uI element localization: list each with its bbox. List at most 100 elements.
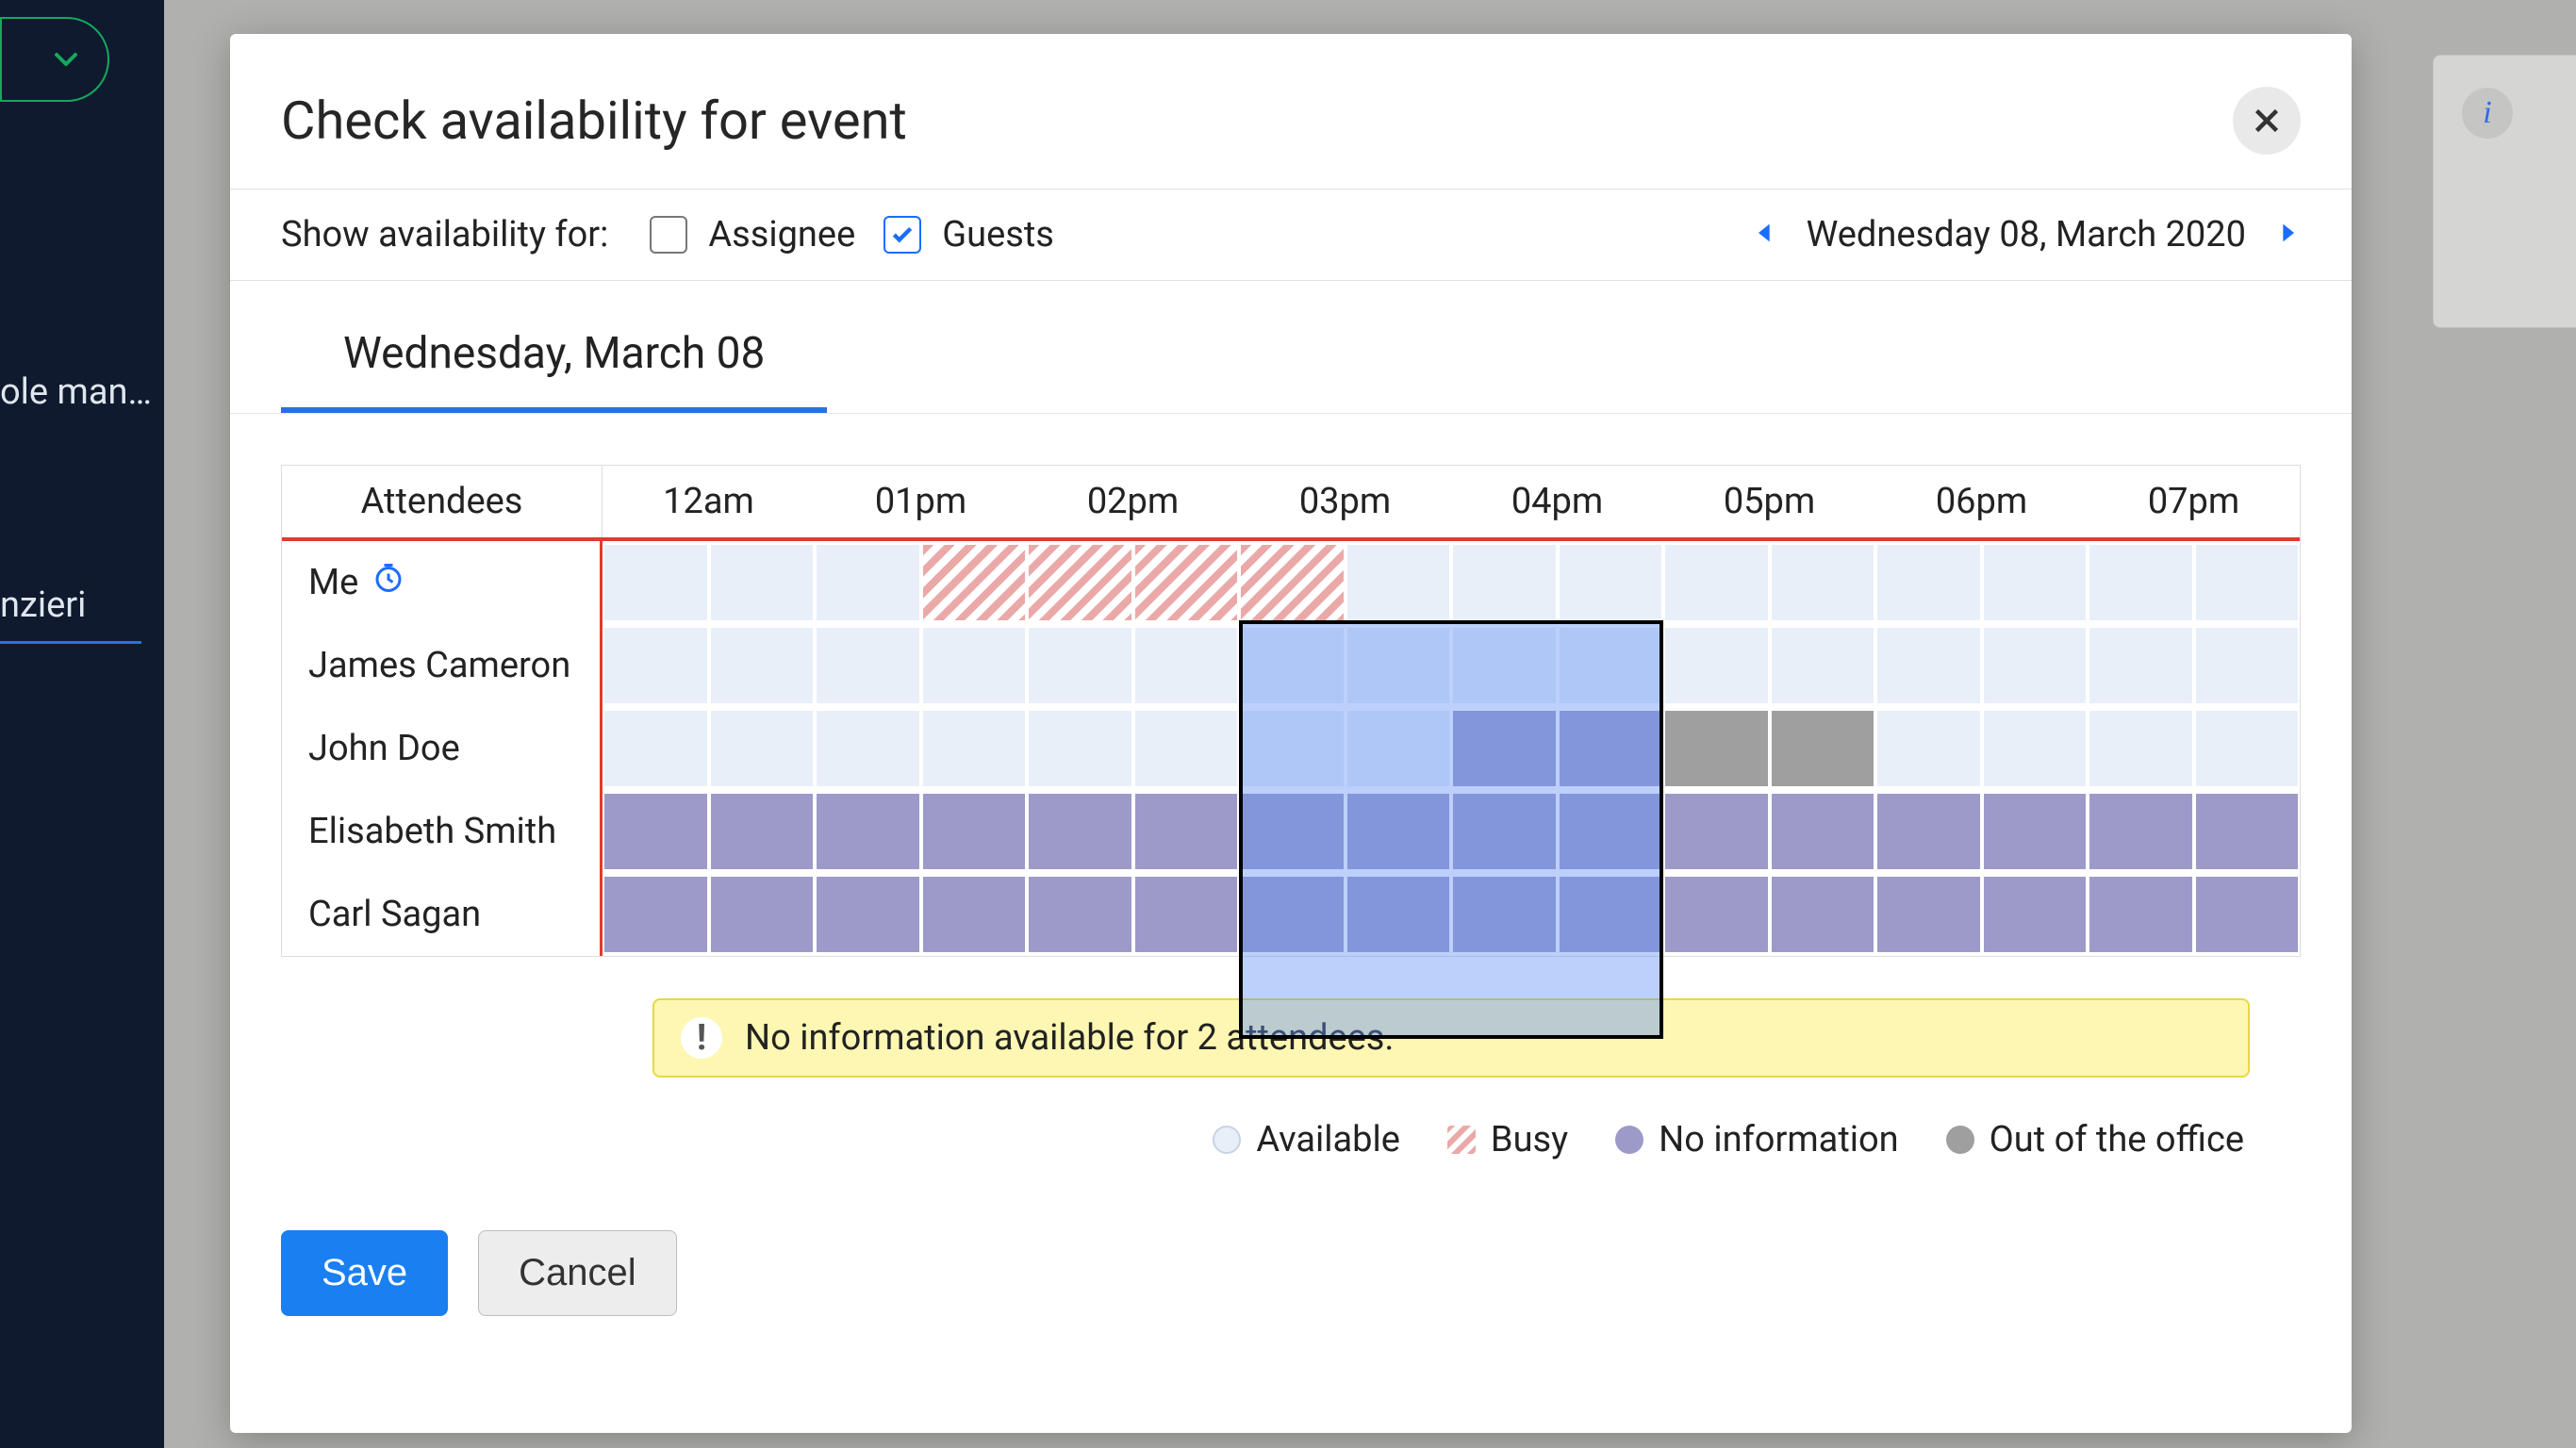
attendee-cells[interactable] bbox=[603, 707, 2300, 790]
halfhour-cell[interactable] bbox=[1558, 875, 1664, 954]
halfhour-cell[interactable] bbox=[1133, 792, 1240, 871]
halfhour-cell[interactable] bbox=[1770, 626, 1876, 705]
halfhour-cell[interactable] bbox=[1239, 875, 1346, 954]
halfhour-cell[interactable] bbox=[1663, 626, 1770, 705]
halfhour-cell[interactable] bbox=[2194, 543, 2301, 622]
halfhour-cell[interactable] bbox=[1663, 543, 1770, 622]
halfhour-cell[interactable] bbox=[1027, 875, 1133, 954]
halfhour-cell[interactable] bbox=[1558, 626, 1664, 705]
save-button[interactable]: Save bbox=[281, 1230, 448, 1316]
halfhour-cell[interactable] bbox=[2088, 709, 2194, 788]
halfhour-cell[interactable] bbox=[603, 626, 709, 705]
halfhour-cell[interactable] bbox=[1663, 875, 1770, 954]
halfhour-cell[interactable] bbox=[1663, 792, 1770, 871]
halfhour-cell[interactable] bbox=[1875, 543, 1982, 622]
sidebar-item-1[interactable]: ole man… bbox=[0, 371, 159, 413]
halfhour-cell[interactable] bbox=[2088, 626, 2194, 705]
halfhour-cell[interactable] bbox=[1451, 626, 1558, 705]
halfhour-cell[interactable] bbox=[709, 792, 816, 871]
attendee-cells[interactable] bbox=[603, 541, 2300, 624]
time-col: 06pm bbox=[1875, 466, 2088, 537]
halfhour-cell[interactable] bbox=[1982, 875, 2089, 954]
halfhour-cell[interactable] bbox=[1239, 792, 1346, 871]
halfhour-cell[interactable] bbox=[1875, 709, 1982, 788]
modal-title: Check availability for event bbox=[281, 90, 907, 152]
halfhour-cell[interactable] bbox=[603, 543, 709, 622]
halfhour-cell[interactable] bbox=[815, 875, 921, 954]
close-button[interactable] bbox=[2233, 87, 2301, 155]
halfhour-cell[interactable] bbox=[2088, 792, 2194, 871]
date-tab[interactable]: Wednesday, March 08 bbox=[281, 328, 827, 413]
halfhour-cell[interactable] bbox=[1875, 875, 1982, 954]
halfhour-cell[interactable] bbox=[2194, 626, 2301, 705]
halfhour-cell[interactable] bbox=[815, 792, 921, 871]
sidebar-item-2[interactable]: nzieri bbox=[0, 584, 93, 626]
halfhour-cell[interactable] bbox=[815, 709, 921, 788]
halfhour-cell[interactable] bbox=[603, 709, 709, 788]
attendee-cells[interactable] bbox=[603, 624, 2300, 707]
halfhour-cell[interactable] bbox=[1239, 626, 1346, 705]
halfhour-cell[interactable] bbox=[1875, 626, 1982, 705]
halfhour-cell[interactable] bbox=[921, 626, 1028, 705]
halfhour-cell[interactable] bbox=[1982, 626, 2089, 705]
halfhour-cell[interactable] bbox=[1558, 709, 1664, 788]
halfhour-cell[interactable] bbox=[1133, 709, 1240, 788]
attendee-cells[interactable] bbox=[603, 790, 2300, 873]
halfhour-cell[interactable] bbox=[2194, 875, 2301, 954]
halfhour-cell[interactable] bbox=[921, 875, 1028, 954]
halfhour-cell[interactable] bbox=[1982, 709, 2089, 788]
halfhour-cell[interactable] bbox=[1346, 626, 1452, 705]
legend-out: Out of the office bbox=[1946, 1119, 2244, 1160]
halfhour-cell[interactable] bbox=[1558, 792, 1664, 871]
halfhour-cell[interactable] bbox=[921, 792, 1028, 871]
halfhour-cell[interactable] bbox=[1982, 792, 2089, 871]
halfhour-cell[interactable] bbox=[921, 543, 1028, 622]
halfhour-cell[interactable] bbox=[1239, 543, 1346, 622]
working-hours-icon[interactable] bbox=[372, 561, 405, 604]
halfhour-cell[interactable] bbox=[1133, 626, 1240, 705]
halfhour-cell[interactable] bbox=[709, 709, 816, 788]
halfhour-cell[interactable] bbox=[1346, 875, 1452, 954]
halfhour-cell[interactable] bbox=[709, 543, 816, 622]
cancel-button[interactable]: Cancel bbox=[478, 1230, 677, 1316]
halfhour-cell[interactable] bbox=[1770, 543, 1876, 622]
halfhour-cell[interactable] bbox=[1451, 875, 1558, 954]
halfhour-cell[interactable] bbox=[1027, 792, 1133, 871]
halfhour-cell[interactable] bbox=[815, 626, 921, 705]
halfhour-cell[interactable] bbox=[1346, 792, 1452, 871]
halfhour-cell[interactable] bbox=[1027, 709, 1133, 788]
halfhour-cell[interactable] bbox=[603, 792, 709, 871]
halfhour-cell[interactable] bbox=[1027, 543, 1133, 622]
halfhour-cell[interactable] bbox=[1451, 792, 1558, 871]
halfhour-cell[interactable] bbox=[1133, 543, 1240, 622]
halfhour-cell[interactable] bbox=[1346, 543, 1452, 622]
halfhour-cell[interactable] bbox=[2194, 709, 2301, 788]
halfhour-cell[interactable] bbox=[1770, 709, 1876, 788]
halfhour-cell[interactable] bbox=[1663, 709, 1770, 788]
sidebar-dropdown-button[interactable] bbox=[0, 17, 109, 102]
halfhour-cell[interactable] bbox=[815, 543, 921, 622]
halfhour-cell[interactable] bbox=[1451, 543, 1558, 622]
halfhour-cell[interactable] bbox=[603, 875, 709, 954]
halfhour-cell[interactable] bbox=[1770, 792, 1876, 871]
halfhour-cell[interactable] bbox=[1133, 875, 1240, 954]
halfhour-cell[interactable] bbox=[1770, 875, 1876, 954]
guests-checkbox[interactable] bbox=[883, 216, 921, 254]
assignee-checkbox[interactable] bbox=[650, 216, 687, 254]
halfhour-cell[interactable] bbox=[1346, 709, 1452, 788]
halfhour-cell[interactable] bbox=[1239, 709, 1346, 788]
halfhour-cell[interactable] bbox=[921, 709, 1028, 788]
attendee-cells[interactable] bbox=[603, 873, 2300, 956]
halfhour-cell[interactable] bbox=[1451, 709, 1558, 788]
halfhour-cell[interactable] bbox=[2194, 792, 2301, 871]
prev-day-button[interactable] bbox=[1752, 214, 1778, 255]
halfhour-cell[interactable] bbox=[709, 626, 816, 705]
halfhour-cell[interactable] bbox=[1558, 543, 1664, 622]
halfhour-cell[interactable] bbox=[2088, 543, 2194, 622]
halfhour-cell[interactable] bbox=[1982, 543, 2089, 622]
halfhour-cell[interactable] bbox=[1027, 626, 1133, 705]
halfhour-cell[interactable] bbox=[1875, 792, 1982, 871]
halfhour-cell[interactable] bbox=[709, 875, 816, 954]
halfhour-cell[interactable] bbox=[2088, 875, 2194, 954]
next-day-button[interactable] bbox=[2274, 214, 2301, 255]
